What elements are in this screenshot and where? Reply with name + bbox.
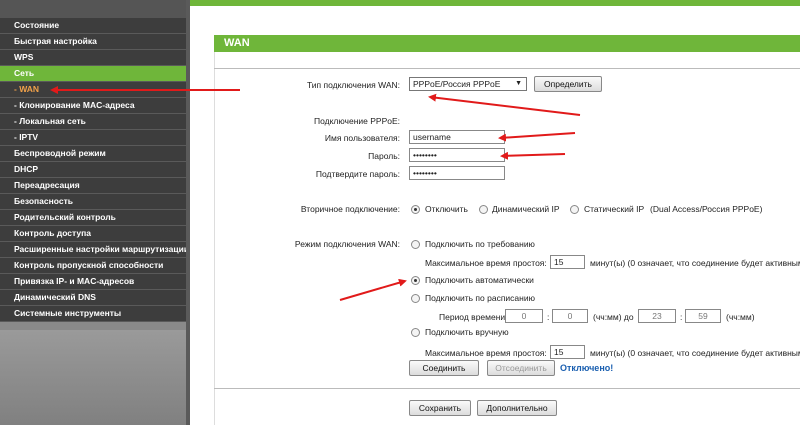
sidebar-item-wireless[interactable]: Беспроводной режим	[0, 146, 190, 162]
sidebar-item-bandwidth-control[interactable]: Контроль пропускной способности	[0, 258, 190, 274]
time-to-colon: :	[680, 312, 683, 322]
sidebar-item-lan[interactable]: - Локальная сеть	[0, 114, 190, 130]
time-to-hours-input[interactable]: 23	[638, 309, 676, 323]
sidebar-item-ip-mac-binding[interactable]: Привязка IP- и MAC-адресов	[0, 274, 190, 290]
sidebar-item-ddns[interactable]: Динамический DNS	[0, 290, 190, 306]
sidebar-item-wan[interactable]: - WAN	[0, 82, 190, 98]
time-format-label-2: (чч:мм)	[726, 312, 755, 322]
sidebar-item-quick-setup[interactable]: Быстрая настройка	[0, 34, 190, 50]
idle-time-label-1: Максимальное время простоя:	[425, 258, 547, 268]
sidebar-item-advanced-routing[interactable]: Расширенные настройки маршрутизации	[0, 242, 190, 258]
sidebar-item-mac-clone[interactable]: - Клонирование MAC-адреса	[0, 98, 190, 114]
username-label: Имя пользователя:	[324, 133, 400, 143]
divider	[214, 68, 800, 69]
sidebar-item-wan-label: - WAN	[14, 84, 40, 94]
sidebar-item-system-tools[interactable]: Системные инструменты	[0, 306, 190, 322]
secondary-disable-label: Отключить	[425, 204, 468, 214]
dropdown-arrow-icon: ▼	[515, 80, 522, 87]
username-input[interactable]: username	[409, 130, 505, 144]
sidebar-item-security[interactable]: Безопасность	[0, 194, 190, 210]
sidebar: Состояние Быстрая настройка WPS Сеть - W…	[0, 0, 190, 425]
password-label: Пароль:	[368, 151, 400, 161]
mode-schedule-label: Подключить по расписанию	[425, 293, 535, 303]
conn-type-select[interactable]: PPPoE/Россия PPPoE ▼	[409, 77, 527, 91]
confirm-password-input[interactable]: ••••••••	[409, 166, 505, 180]
password-input[interactable]: ••••••••	[409, 148, 505, 162]
mode-auto-radio[interactable]	[411, 276, 420, 285]
secondary-disable-radio[interactable]	[411, 205, 420, 214]
time-to-minutes-input[interactable]: 59	[685, 309, 721, 323]
disconnect-button[interactable]: Отсоединить	[487, 360, 555, 376]
page-title: WAN	[214, 35, 800, 52]
connect-button[interactable]: Соединить	[409, 360, 479, 376]
time-format-label-1: (чч:мм) до	[593, 312, 634, 322]
mode-label: Режим подключения WAN:	[294, 239, 400, 249]
mode-manual-radio[interactable]	[411, 328, 420, 337]
main-panel: WAN Тип подключения WAN: PPPoE/Россия PP…	[190, 0, 800, 425]
sidebar-item-forwarding[interactable]: Переадресация	[0, 178, 190, 194]
time-from-minutes-input[interactable]: 0	[552, 309, 588, 323]
time-from-colon: :	[547, 312, 550, 322]
mode-schedule-radio[interactable]	[411, 294, 420, 303]
idle-time-input-1[interactable]: 15	[550, 255, 585, 269]
router-admin-page: Состояние Быстрая настройка WPS Сеть - W…	[0, 0, 800, 425]
sidebar-top-gap	[0, 0, 190, 18]
secondary-dynamic-ip-label: Динамический IP	[492, 204, 560, 214]
top-accent-bar	[190, 0, 800, 6]
secondary-dynamic-ip-radio[interactable]	[479, 205, 488, 214]
confirm-password-label: Подтвердите пароль:	[315, 169, 400, 179]
mode-auto-label: Подключить автоматически	[425, 275, 534, 285]
sidebar-item-wps[interactable]: WPS	[0, 50, 190, 66]
sidebar-item-access-control[interactable]: Контроль доступа	[0, 226, 190, 242]
sidebar-item-parental-control[interactable]: Родительский контроль	[0, 210, 190, 226]
mode-on-demand-radio[interactable]	[411, 240, 420, 249]
secondary-static-ip-label: Статический IP	[584, 204, 645, 214]
idle-time-note-1: минут(ы) (0 означает, что соединение буд…	[590, 258, 800, 268]
conn-type-label: Тип подключения WAN:	[306, 80, 400, 90]
sidebar-item-iptv[interactable]: - IPTV	[0, 130, 190, 146]
idle-time-input-2[interactable]: 15	[550, 345, 585, 359]
mode-manual-label: Подключить вручную	[425, 327, 509, 337]
idle-time-label-2: Максимальное время простоя:	[425, 348, 547, 358]
secondary-label: Вторичное подключение:	[300, 204, 400, 214]
advanced-button[interactable]: Дополнительно	[477, 400, 557, 416]
idle-time-note-2: минут(ы) (0 означает, что соединение буд…	[590, 348, 800, 358]
pppoe-section-label: Подключение PPPoE:	[313, 116, 400, 126]
time-from-hours-input[interactable]: 0	[505, 309, 543, 323]
secondary-static-ip-radio[interactable]	[570, 205, 579, 214]
sidebar-item-network[interactable]: Сеть	[0, 66, 190, 82]
sidebar-item-dhcp[interactable]: DHCP	[0, 162, 190, 178]
detect-button[interactable]: Определить	[534, 76, 602, 92]
connection-status: Отключено!	[560, 363, 614, 373]
save-button[interactable]: Сохранить	[409, 400, 471, 416]
period-label: Период времени: с	[439, 312, 515, 322]
sidebar-item-status[interactable]: Состояние	[0, 18, 190, 34]
sidebar-filler	[0, 330, 190, 425]
conn-type-value: PPPoE/Россия PPPoE	[413, 79, 501, 89]
divider-bottom	[214, 388, 800, 389]
mode-on-demand-label: Подключить по требованию	[425, 239, 535, 249]
content-left-border	[214, 52, 215, 425]
secondary-note: (Dual Access/Россия PPPoE)	[650, 204, 763, 214]
